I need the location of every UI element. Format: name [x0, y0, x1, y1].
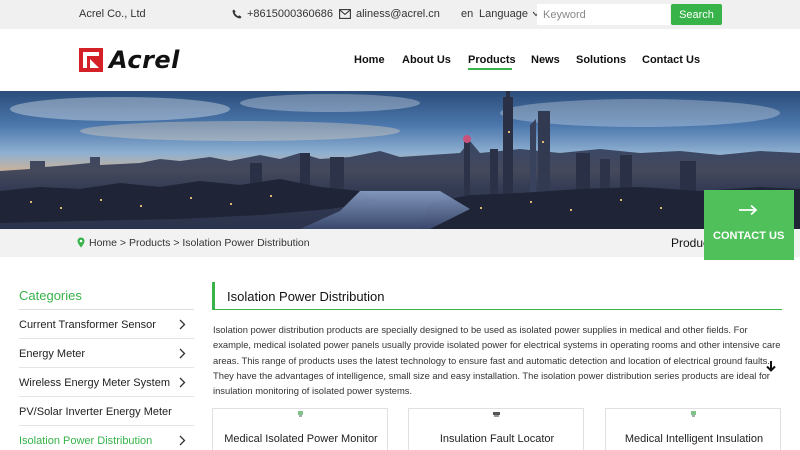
product-card[interactable]: Medical Intelligent Insulation	[605, 408, 781, 450]
category-description: Isolation power distribution products ar…	[213, 324, 781, 397]
breadcrumb-bar: Home > Products > Isolation Power Distri…	[0, 229, 800, 257]
product-title: Insulation Fault Locator	[439, 433, 555, 445]
contact-us-floating-button[interactable]: CONTACT US	[704, 190, 794, 260]
site-header: Acrel Home About Us Products News Soluti…	[0, 29, 800, 91]
product-thumbnail	[298, 411, 303, 417]
nav-contact-us[interactable]: Contact Us	[642, 54, 700, 66]
chevron-right-icon	[179, 348, 186, 359]
logo-text: Acrel	[109, 46, 180, 74]
language-selector[interactable]: Language	[479, 8, 540, 20]
nav-products[interactable]: Products	[468, 54, 516, 66]
product-title: Medical Isolated Power Monitor	[224, 433, 378, 445]
language-code: en	[461, 8, 474, 20]
city-skyline-banner	[0, 91, 800, 229]
product-thumbnail	[691, 411, 696, 417]
category-isolation-power-distribution[interactable]: Isolation Power Distribution	[19, 426, 194, 450]
mail-icon	[339, 9, 351, 19]
acrel-logo-mark	[79, 48, 103, 72]
chevron-right-icon	[179, 319, 186, 330]
phone-number: +8615000360686	[247, 8, 333, 20]
search-input[interactable]	[537, 4, 670, 25]
nav-about-us[interactable]: About Us	[402, 54, 451, 66]
email-address: aliness@acrel.cn	[356, 8, 440, 20]
location-pin-icon	[77, 237, 85, 248]
category-label: PV/Solar Inverter Energy Meter	[19, 406, 172, 418]
category-label: Energy Meter	[19, 348, 86, 360]
phone-contact[interactable]: +8615000360686	[232, 8, 333, 20]
category-wireless-energy-meter-system[interactable]: Wireless Energy Meter System	[19, 368, 194, 397]
category-pv-solar-inverter-energy-meter[interactable]: PV/Solar Inverter Energy Meter	[19, 397, 194, 426]
product-card[interactable]: Insulation Fault Locator	[408, 408, 584, 450]
nav-news[interactable]: News	[531, 54, 560, 66]
language-label: Language	[479, 8, 528, 20]
category-current-transformer-sensor[interactable]: Current Transformer Sensor	[19, 310, 194, 339]
skyline-illustration	[0, 91, 800, 229]
category-label: Isolation Power Distribution	[19, 435, 153, 447]
breadcrumb[interactable]: Home > Products > Isolation Power Distri…	[89, 237, 310, 249]
contact-us-label: CONTACT US	[713, 230, 785, 242]
nav-home[interactable]: Home	[354, 54, 385, 66]
nav-solutions[interactable]: Solutions	[576, 54, 626, 66]
arrow-right-icon	[739, 204, 758, 216]
category-label: Wireless Energy Meter System	[19, 377, 170, 389]
product-title: Medical Intelligent Insulation	[624, 433, 764, 445]
top-bar: Acrel Co., Ltd +8615000360686 aliness@ac…	[0, 0, 800, 29]
chevron-right-icon	[179, 435, 186, 446]
product-thumbnail	[493, 412, 500, 417]
arrow-down-icon[interactable]	[765, 360, 777, 372]
categories-title: Categories	[19, 288, 82, 303]
chevron-right-icon	[179, 377, 186, 388]
page-title: Isolation Power Distribution	[227, 289, 385, 304]
category-label: Current Transformer Sensor	[19, 319, 156, 331]
email-contact[interactable]: aliness@acrel.cn	[339, 8, 440, 20]
product-card[interactable]: Medical Isolated Power Monitor	[212, 408, 388, 450]
category-energy-meter[interactable]: Energy Meter	[19, 339, 194, 368]
search-button[interactable]: Search	[671, 4, 722, 25]
logo[interactable]: Acrel	[79, 46, 180, 74]
company-name: Acrel Co., Ltd	[79, 8, 146, 20]
phone-icon	[232, 9, 242, 19]
active-nav-indicator	[468, 68, 512, 70]
